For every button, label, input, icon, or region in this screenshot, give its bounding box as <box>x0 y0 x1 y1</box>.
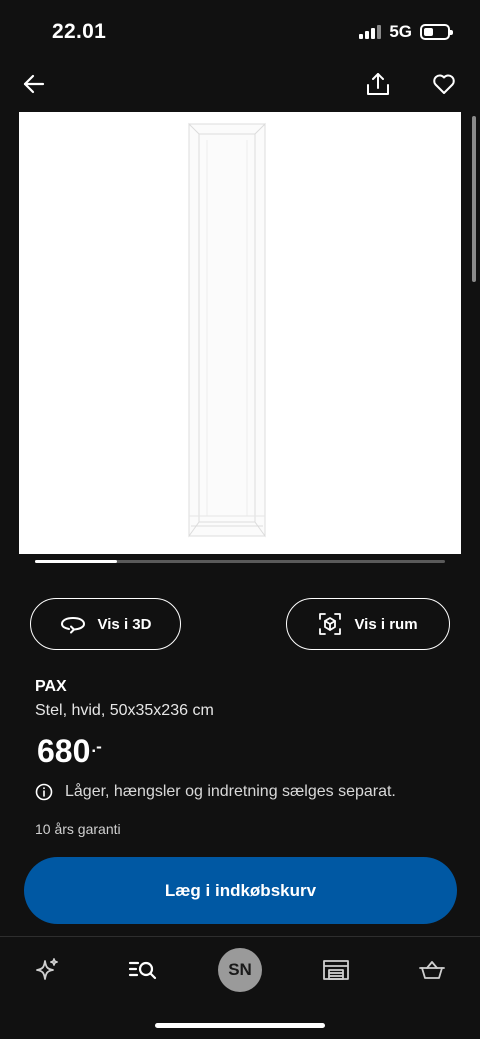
tab-search[interactable] <box>119 947 167 993</box>
basket-icon <box>419 961 445 979</box>
view-3d-button[interactable]: Vis i 3D <box>30 598 181 650</box>
battery-icon <box>420 24 453 40</box>
back-button[interactable] <box>14 64 54 104</box>
image-carousel-indicator <box>35 560 445 563</box>
view-in-room-label: Vis i rum <box>354 615 418 633</box>
heart-icon <box>433 74 455 94</box>
info-icon <box>35 783 53 801</box>
signal-icon <box>359 25 382 39</box>
warranty-text: 10 års garanti <box>35 821 121 837</box>
view-3d-label: Vis i 3D <box>97 615 152 633</box>
product-name: PAX <box>35 678 67 695</box>
product-image[interactable] <box>19 112 461 554</box>
status-bar: 22.01 5G <box>0 0 480 62</box>
arrow-left-icon <box>23 74 45 94</box>
add-to-cart-button[interactable]: Læg i indkøbskurv <box>24 857 457 924</box>
wardrobe-frame-image <box>188 122 266 538</box>
tab-profile[interactable]: SN <box>216 947 264 993</box>
tab-cart[interactable] <box>408 947 456 993</box>
home-indicator[interactable] <box>155 1023 325 1028</box>
add-to-cart-label: Læg i indkøbskurv <box>164 880 317 900</box>
favorite-button[interactable] <box>424 64 464 104</box>
info-note: Låger, hængsler og indretning sælges sep… <box>35 783 396 801</box>
avatar: SN <box>218 948 262 992</box>
product-description: Stel, hvid, 50x35x236 cm <box>35 702 214 719</box>
product-price: 680 .- <box>37 733 102 770</box>
store-icon <box>323 960 349 980</box>
share-button[interactable] <box>358 64 398 104</box>
status-time: 22.01 <box>52 20 107 43</box>
rotate-3d-icon <box>60 617 85 634</box>
carousel-progress <box>35 560 117 563</box>
share-icon <box>367 73 389 95</box>
sparkle-icon <box>36 958 58 980</box>
search-list-icon <box>128 961 157 980</box>
status-indicators: 5G <box>359 22 453 42</box>
top-bar <box>0 62 480 108</box>
view-in-room-button[interactable]: Vis i rum <box>286 598 450 650</box>
ar-cube-icon <box>319 613 342 635</box>
network-label: 5G <box>389 22 412 41</box>
tab-store[interactable] <box>312 947 360 993</box>
info-note-text: Låger, hængsler og indretning sælges sep… <box>65 783 396 800</box>
price-suffix: .- <box>91 737 102 756</box>
tab-inspire[interactable] <box>23 947 71 993</box>
price-value: 680 <box>37 733 91 769</box>
page-scrollbar[interactable] <box>472 116 476 282</box>
